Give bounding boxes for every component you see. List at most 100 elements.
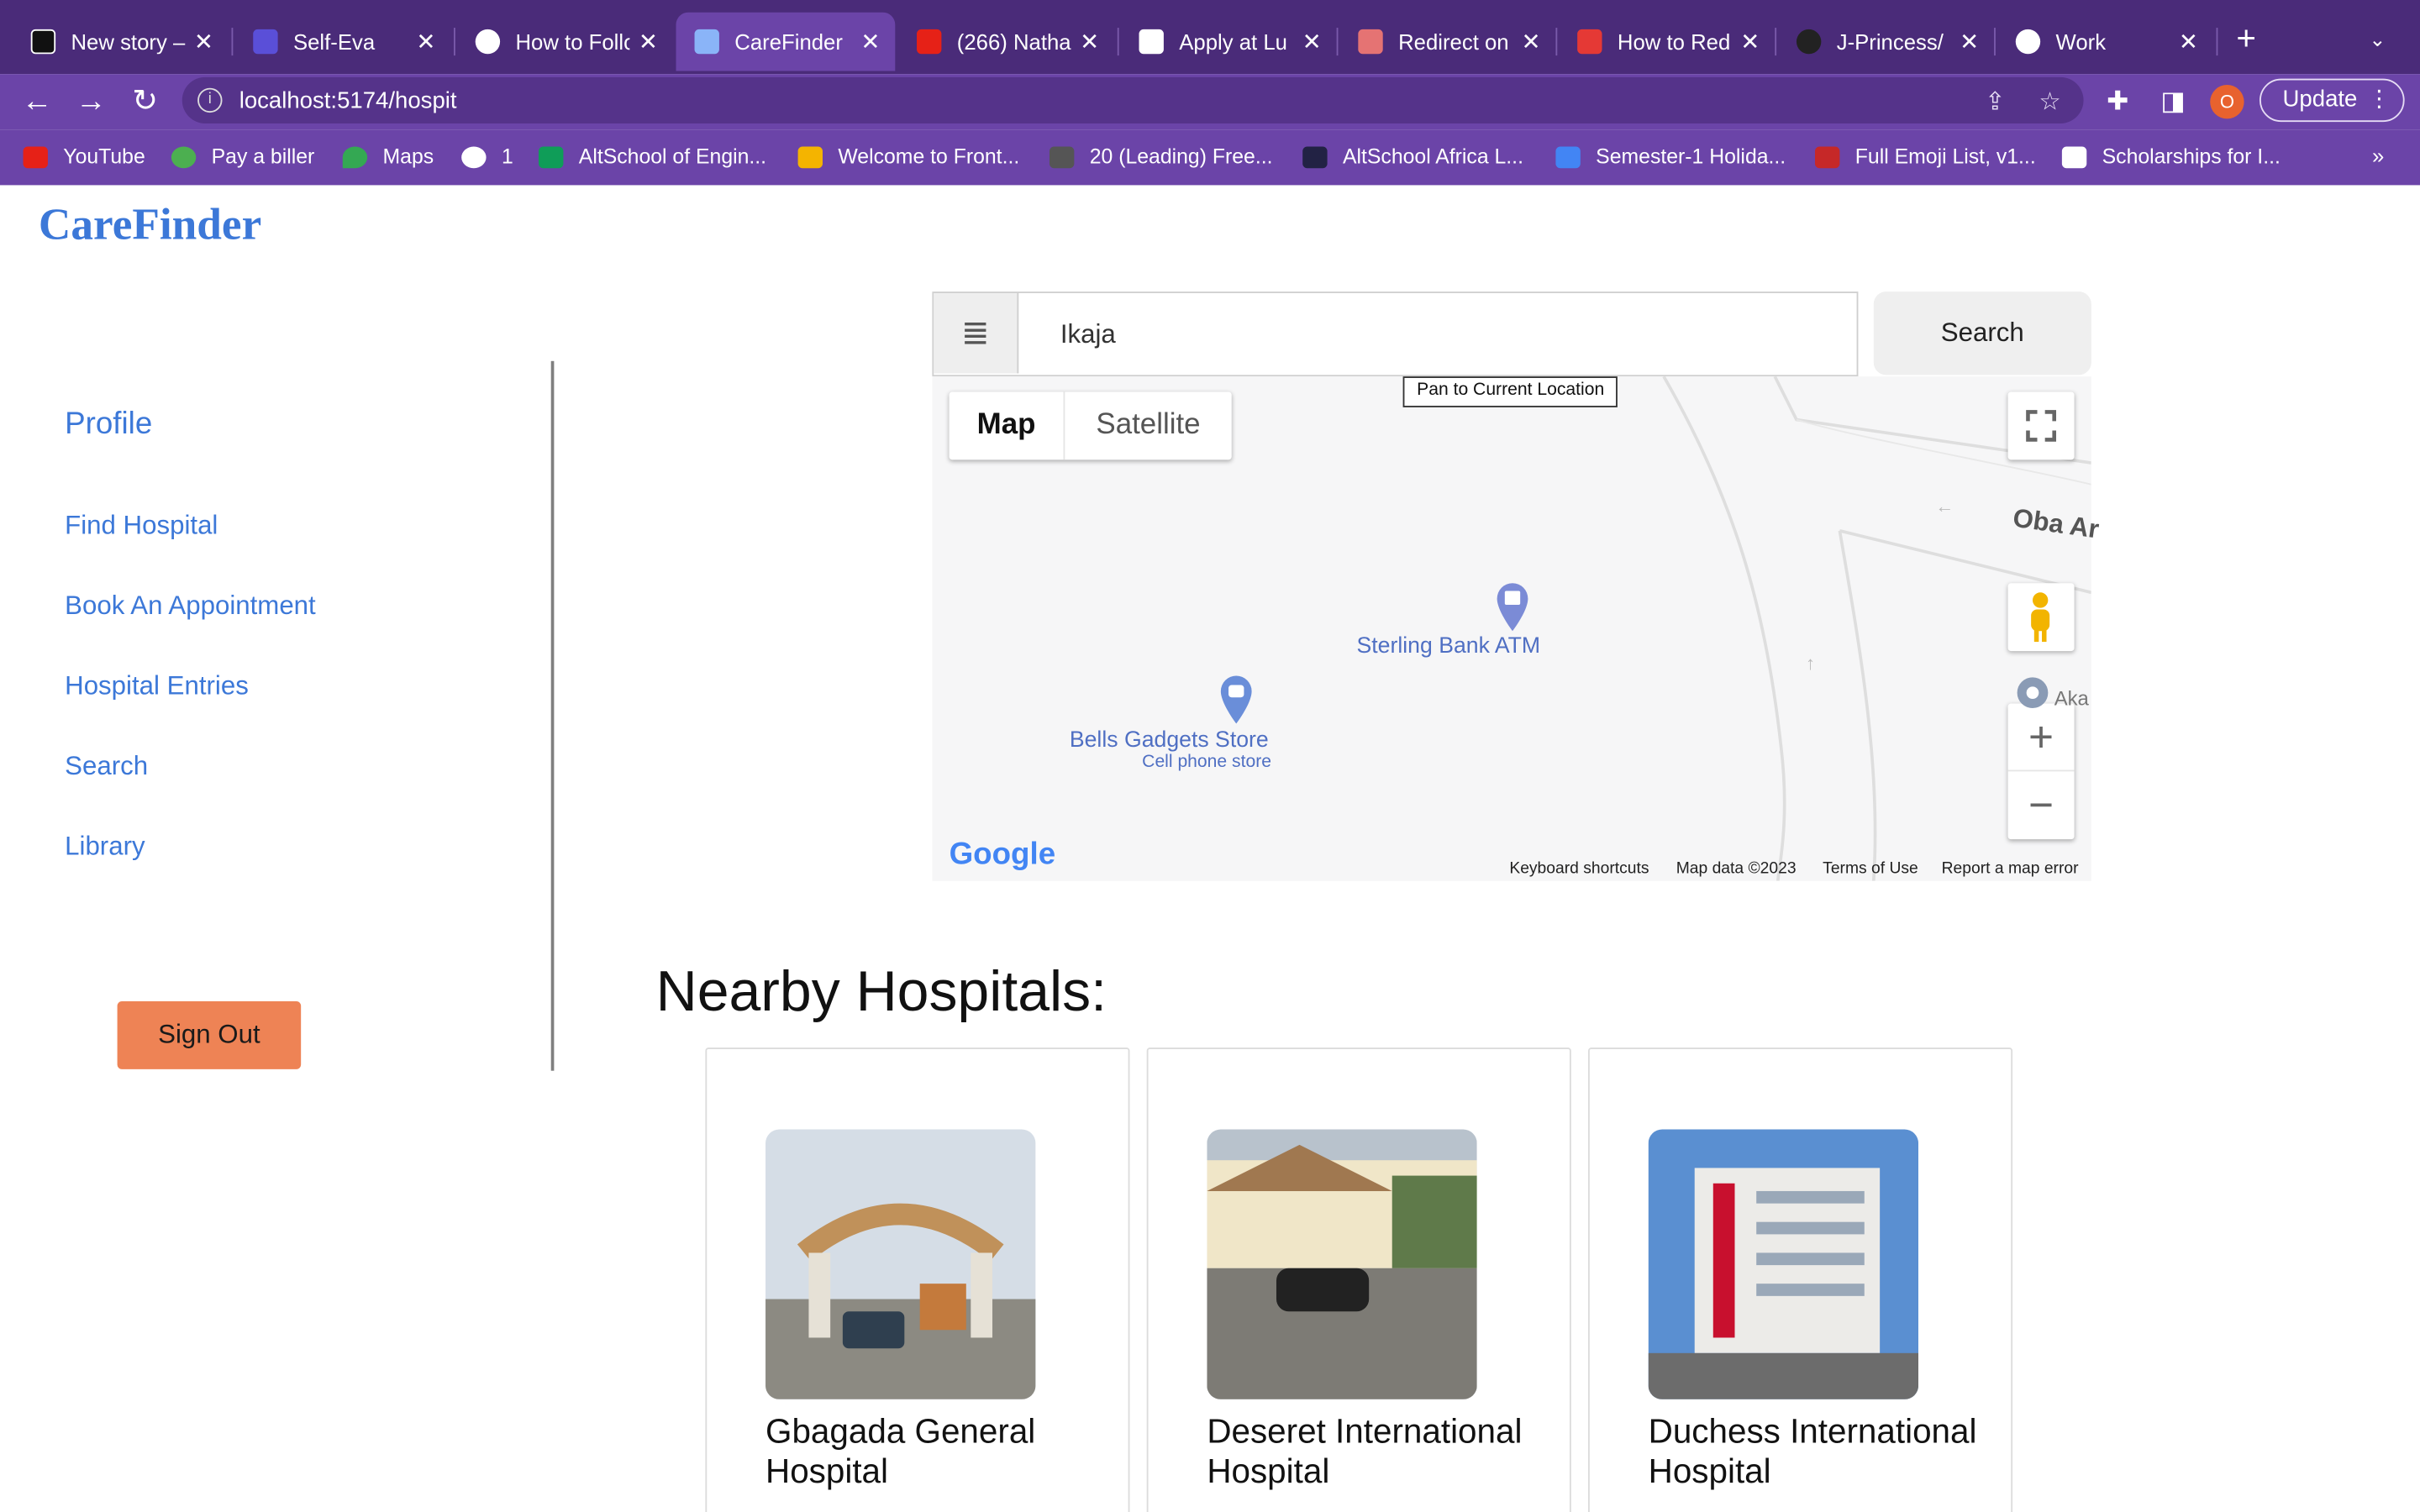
- star-icon[interactable]: ☆: [2039, 87, 2060, 118]
- browser-toolbar: ← → ↻ i localhost:5174/hospit ⇪ ☆: [0, 74, 2420, 130]
- stack-icon: [1358, 29, 1383, 55]
- bookmark-item[interactable]: YouTube: [23, 145, 145, 168]
- tab-title: J-Princess/: [1836, 29, 1944, 55]
- map-type-satellite-button[interactable]: Satellite: [1065, 392, 1231, 460]
- bookmark-item[interactable]: Semester-1 Holida...: [1555, 145, 1786, 168]
- close-icon[interactable]: ✕: [1957, 28, 1981, 55]
- forward-icon[interactable]: →: [72, 83, 109, 120]
- nav-library[interactable]: Library: [65, 832, 145, 863]
- pan-to-location-tooltip[interactable]: Pan to Current Location: [1402, 376, 1618, 407]
- hospital-name: Duchess International Hospital: [1648, 1411, 1977, 1491]
- tab-search-icon[interactable]: ⌄: [2369, 28, 2386, 52]
- hospital-card[interactable]: Gbagada General Hospital: [705, 1047, 1130, 1512]
- browser-tab[interactable]: Apply at Lu ✕: [1120, 13, 1336, 71]
- close-icon[interactable]: ✕: [1300, 28, 1324, 55]
- address-url[interactable]: localhost:5174/hospit: [239, 88, 457, 114]
- close-icon[interactable]: ✕: [2176, 28, 2201, 55]
- bookmark-item[interactable]: AltSchool Africa L...: [1302, 145, 1523, 168]
- avatar[interactable]: O: [2210, 85, 2244, 119]
- search-input[interactable]: Ikaja: [1060, 319, 1116, 350]
- bookmark-item[interactable]: 20 (Leading) Free...: [1049, 144, 1273, 169]
- browser-tab[interactable]: New story – ✕: [13, 13, 229, 71]
- browser-tab[interactable]: J-Princess/ ✕: [1778, 13, 1994, 71]
- svg-text:↑: ↑: [1806, 653, 1815, 674]
- atm-pin-icon[interactable]: [1494, 580, 1531, 633]
- bookmark-label: Welcome to Front...: [838, 144, 1020, 169]
- browser-tab[interactable]: How to Follo ✕: [457, 13, 673, 71]
- map-type-map-button[interactable]: Map: [950, 391, 1065, 460]
- poi-store-category: Cell phone store: [1142, 753, 1272, 772]
- bookmarks-overflow-icon[interactable]: »: [2372, 144, 2384, 168]
- zoom-control: + −: [2007, 703, 2075, 840]
- zoom-out-icon[interactable]: −: [2008, 771, 2075, 839]
- back-icon[interactable]: ←: [18, 83, 55, 120]
- close-icon[interactable]: ✕: [858, 28, 882, 55]
- docs-icon: [1555, 145, 1581, 168]
- bookmark-label: Pay a biller: [211, 144, 315, 169]
- menu-icon[interactable]: ≣: [934, 292, 1019, 374]
- zoom-in-icon[interactable]: +: [2007, 704, 2075, 772]
- browser-tab[interactable]: (266) Natha ✕: [898, 13, 1114, 71]
- app-logo[interactable]: CareFinder: [39, 201, 261, 252]
- bookmark-item[interactable]: Full Emoji List, v1...: [1815, 145, 2036, 168]
- slides-icon: [797, 145, 823, 168]
- nav-profile[interactable]: Profile: [65, 407, 152, 443]
- sign-out-button[interactable]: Sign Out: [117, 1001, 302, 1069]
- bookmark-item[interactable]: Scholarships for I...: [2061, 145, 2281, 168]
- bookmark-item[interactable]: Pay a biller: [171, 144, 315, 169]
- hospital-name: Deseret International Hospital: [1207, 1411, 1523, 1491]
- place-pin-icon[interactable]: [2016, 675, 2049, 709]
- bookmark-label: 20 (Leading) Free...: [1089, 144, 1273, 169]
- close-icon[interactable]: ✕: [1077, 28, 1102, 55]
- tab-title: How to Red: [1617, 29, 1731, 55]
- bookmark-item[interactable]: AltSchool of Engin...: [539, 144, 767, 169]
- close-icon[interactable]: ✕: [1518, 28, 1543, 55]
- hospital-card[interactable]: Deseret International Hospital: [1146, 1047, 1571, 1512]
- nearby-hospitals-heading: Nearby Hospitals:: [655, 959, 1107, 1023]
- map-keyboard-shortcuts-link[interactable]: Keyboard shortcuts: [1509, 859, 1649, 878]
- browser-tab-active[interactable]: CareFinder ✕: [676, 12, 896, 71]
- hospital-photo: [765, 1129, 1036, 1399]
- nav-find-hospital[interactable]: Find Hospital: [65, 511, 218, 542]
- unicode-icon: [1815, 145, 1840, 168]
- close-icon[interactable]: ✕: [192, 28, 216, 55]
- bookmark-item[interactable]: Welcome to Front...: [797, 144, 1020, 169]
- map-report-error-link[interactable]: Report a map error: [1942, 859, 2079, 878]
- store-pin-icon[interactable]: [1218, 673, 1255, 725]
- close-icon[interactable]: ✕: [1738, 28, 1762, 55]
- poi-sterling-bank-atm[interactable]: Sterling Bank ATM: [1356, 634, 1540, 659]
- fullscreen-icon[interactable]: [2007, 391, 2075, 460]
- poi-bells-gadgets-store[interactable]: Bells Gadgets Store: [1070, 728, 1269, 753]
- close-icon[interactable]: ✕: [413, 28, 438, 55]
- browser-tab[interactable]: Work ✕: [1997, 13, 2213, 71]
- share-icon[interactable]: ⇪: [1985, 87, 2006, 118]
- browser-tab[interactable]: Self-Eva ✕: [234, 13, 450, 71]
- form-icon: [1139, 29, 1164, 55]
- svg-text:←: ←: [1935, 496, 1954, 517]
- close-icon[interactable]: ✕: [636, 28, 660, 55]
- bookmark-item[interactable]: Maps: [342, 145, 434, 168]
- address-bar[interactable]: i localhost:5174/hospit ⇪ ☆: [182, 76, 2084, 123]
- search-button[interactable]: Search: [1873, 291, 2091, 375]
- bookmark-label: AltSchool of Engin...: [578, 144, 767, 169]
- reload-icon[interactable]: ↻: [127, 83, 164, 120]
- nav-book-appointment[interactable]: Book An Appointment: [65, 591, 316, 622]
- nav-search[interactable]: Search: [65, 751, 148, 782]
- new-tab-icon[interactable]: +: [2236, 21, 2256, 55]
- sidebar-divider: [550, 360, 555, 1071]
- street-view-pegman-icon[interactable]: [2007, 583, 2075, 652]
- map-terms-link[interactable]: Terms of Use: [1823, 859, 1918, 878]
- update-button[interactable]: Update ⋮: [2259, 78, 2405, 123]
- location-search: ≣ Ikaja: [932, 291, 1859, 377]
- video-icon: [1577, 29, 1602, 55]
- info-icon[interactable]: i: [197, 87, 223, 113]
- bookmark-item[interactable]: 1: [461, 145, 513, 168]
- side-panel-icon[interactable]: ◨: [2160, 87, 2186, 118]
- nav-hospital-entries[interactable]: Hospital Entries: [65, 671, 249, 702]
- browser-tab[interactable]: Redirect on ✕: [1339, 13, 1555, 71]
- kebab-menu-icon[interactable]: ⋮: [2368, 81, 2391, 119]
- globe-icon: [2015, 29, 2041, 55]
- extensions-icon[interactable]: ✚: [2107, 87, 2128, 118]
- browser-tab[interactable]: How to Red ✕: [1559, 13, 1775, 71]
- hospital-card[interactable]: Duchess International Hospital: [1588, 1047, 2013, 1512]
